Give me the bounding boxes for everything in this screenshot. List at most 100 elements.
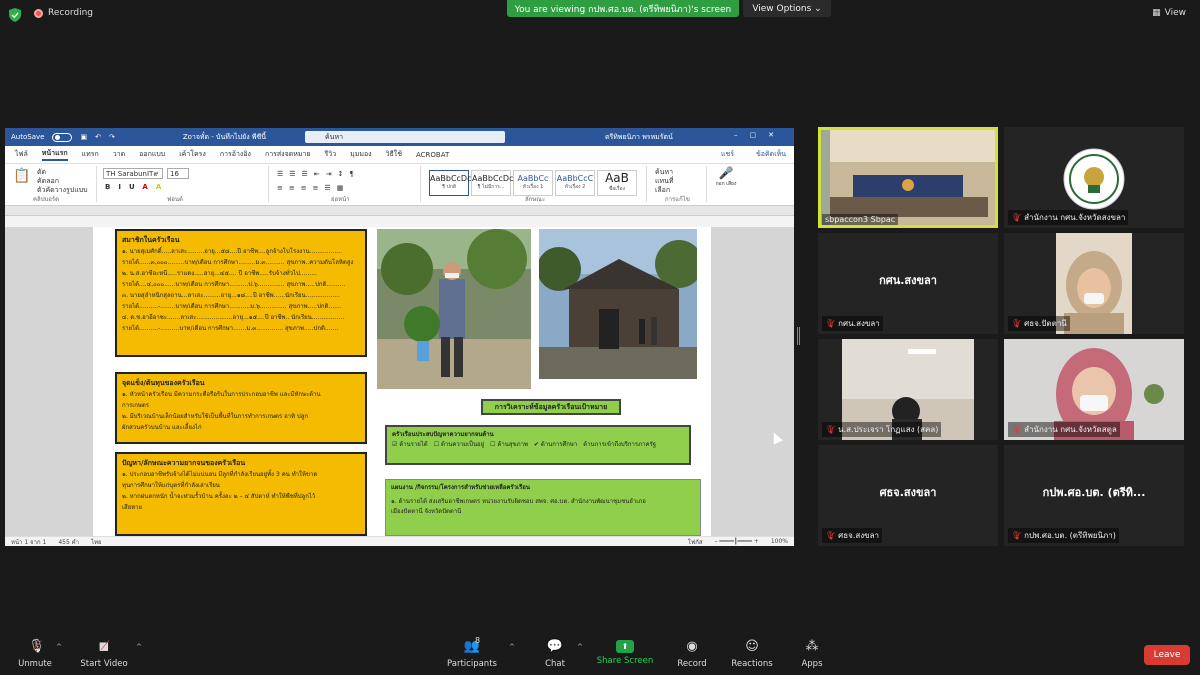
undo-icon[interactable]: ↶ [95, 133, 101, 141]
word-tab[interactable]: ไฟล์ [15, 149, 28, 160]
participant-name: 🎙︎̸ น.ส.ประเจรา โกฏแสง (สคล) [822, 422, 942, 437]
participant-big-name: กศน.สงขลา [879, 274, 937, 287]
font-size-select[interactable]: 16 [167, 168, 189, 179]
box1-line: รายได้....๔,๐๐๐......บาท/เดือน การศึกษา.… [122, 281, 346, 288]
style-title[interactable]: AaB ชื่อเรื่อง [597, 170, 637, 196]
word-tab[interactable]: เค้าโครง [179, 149, 206, 160]
save-icon[interactable]: ▣ [80, 133, 87, 141]
editing-group-label: การแก้ไข [665, 196, 690, 203]
box2-title: จุดแข็ง/ต้นทุนของครัวเรือน [122, 379, 205, 387]
participant-name-text: น.ส.ประเจรา โกฏแสง (สคล) [838, 425, 939, 434]
participants-icon: 👥 [463, 639, 481, 654]
microphone-icon[interactable]: 🎤 [711, 166, 741, 180]
audio-options-caret-icon[interactable]: ^ [56, 643, 62, 651]
participant-tile[interactable]: ศธจ.สงขลา 🎙︎̸ ศธจ.สงขลา [818, 445, 998, 546]
copy-button[interactable]: คัดลอก [37, 177, 88, 186]
list-buttons[interactable]: ☰☰☰⇤⇥↕¶ [277, 170, 360, 178]
check-item[interactable]: ☐ ด้านความเป็นอยู่ [434, 440, 484, 450]
word-tab[interactable]: การส่งจดหมาย [265, 149, 311, 160]
zoom-level[interactable]: 100% [771, 538, 788, 545]
autosave-label: AutoSave [11, 133, 45, 141]
participant-name: 🎙︎̸ กศน.สงขลา [822, 316, 883, 331]
chat-caret-icon[interactable]: ^ [577, 643, 583, 651]
window-controls[interactable]: –▢✕ [734, 131, 786, 139]
shield-icon[interactable] [9, 8, 21, 22]
leave-button[interactable]: Leave [1144, 645, 1190, 665]
font-format-buttons[interactable]: BIUAA [105, 183, 169, 191]
participant-name-text: sbpaccon3 Sbpac [825, 215, 896, 224]
word-tab[interactable]: วิธีใช้ [386, 149, 402, 160]
check-item[interactable]: ☐ ด้านสุขภาพ [490, 440, 528, 450]
word-tab[interactable]: วาด [113, 149, 125, 160]
participant-name: 🎙︎̸ สำนักงาน กศน.จังหวัดสตูล [1008, 422, 1120, 437]
mic-muted-icon: 🎙︎̸ [1011, 319, 1022, 328]
redo-icon[interactable]: ↷ [109, 133, 115, 141]
word-count[interactable]: 455 คำ [58, 537, 79, 547]
box2-line: ๒. มีบริเวณบ้านเล็กน้อยสำหรับใช้เป็นพื้น… [122, 413, 309, 420]
style-heading1[interactable]: AaBbCc หัวเรื่อง 1 [513, 170, 553, 196]
participant-name: 🎙︎̸ กปพ.ศอ.บต. (ตรีทิพยนิภา) [1008, 528, 1119, 543]
participant-name-text: ศธจ.สงขลา [838, 531, 879, 540]
check-item[interactable]: ☑ ด้านรายได้ [392, 440, 428, 450]
participant-name: sbpaccon3 Sbpac [822, 214, 899, 225]
video-options-caret-icon[interactable]: ^ [136, 643, 142, 651]
participant-name-text: สำนักงาน กศน.จังหวัดสงขลา [1024, 213, 1126, 222]
check-item[interactable]: ✔ ด้านการศึกษา [534, 440, 577, 450]
ruler[interactable] [5, 206, 794, 216]
analysis-title: การวิเคราะห์ข้อมูลครัวเรือนเป้าหมาย [481, 399, 621, 415]
word-tab[interactable]: ACROBAT [416, 151, 449, 159]
recording-indicator[interactable]: Recording [34, 8, 93, 18]
style-no-spacing[interactable]: AaBbCcDc ¶ ไม่มีการ... [471, 170, 514, 196]
view-button[interactable]: ▦ View [1152, 8, 1186, 18]
word-tab[interactable]: รีวิว [325, 149, 337, 160]
font-group-label: ฟอนต์ [167, 196, 183, 203]
zoom-slider[interactable]: – ━━━━┃━━━━ + [714, 538, 758, 545]
word-tab[interactable]: ออกแบบ [139, 149, 165, 160]
participant-name-text: สำนักงาน กศน.จังหวัดสตูล [1024, 425, 1117, 434]
select-button[interactable]: เลือก [655, 186, 702, 195]
word-tab[interactable]: แทรก [82, 149, 99, 160]
participant-tile[interactable]: sbpaccon3 Sbpac [818, 127, 998, 228]
style-name: หัวเรื่อง 2 [564, 184, 586, 190]
font-name-select[interactable]: TH SarabunIT๙ [103, 168, 163, 179]
word-share-button[interactable]: แชร์ [721, 149, 734, 160]
view-options-button[interactable]: View Options ⌄ [743, 0, 831, 17]
share-screen-label: Share Screen [596, 656, 654, 666]
document-page[interactable]: สมาชิกในครัวเรือน ๑. นายสุเมศักดิ์.....ล… [93, 227, 711, 536]
checkbox-empty-icon: ☐ [490, 441, 496, 448]
check-item[interactable]: ด้านการเข้าถึงบริการภาครัฐ [583, 440, 656, 450]
participant-tile[interactable]: 🎙︎̸ สำนักงาน กศน.จังหวัดสตูล [1004, 339, 1184, 440]
participant-tile[interactable]: 🎙︎̸ น.ส.ประเจรา โกฏแสง (สคล) [818, 339, 998, 440]
style-normal[interactable]: AaBbCcDc ¶ ปกติ [429, 170, 471, 196]
chevron-down-icon: ⌄ [811, 3, 822, 14]
panel-resize-handle[interactable] [797, 327, 800, 345]
apps-button[interactable]: ⁂ Apps [777, 638, 847, 669]
participant-tile[interactable]: กปพ.ศอ.บต. (ตรีทิ... 🎙︎̸ กปพ.ศอ.บต. (ตรีท… [1004, 445, 1184, 546]
focus-button[interactable]: โฟกัส [688, 537, 703, 547]
language[interactable]: ไทย [91, 537, 102, 547]
paste-icon[interactable]: 📋 [13, 168, 30, 184]
word-comments-button[interactable]: ข้อคิดเห็น [756, 149, 786, 160]
cut-button[interactable]: ตัด [37, 168, 88, 177]
participant-tile[interactable]: 🎙︎̸ ศธจ.ปัตตานี [1004, 233, 1184, 334]
participant-tile[interactable]: 🎙︎̸ สำนักงาน กศน.จังหวัดสงขลา [1004, 127, 1184, 228]
word-tab[interactable]: มุมมอง [350, 149, 371, 160]
participants-caret-icon[interactable]: ^ [509, 643, 515, 651]
start-video-button[interactable]: ◼︎⟋ Start Video [69, 638, 139, 669]
style-preview: AaBbCcDc [472, 174, 514, 183]
page-count[interactable]: หน้า 1 จาก 1 [11, 537, 46, 547]
plan-title: แผนงาน /กิจกรรม/โครงการสำหรับช่วยเหลือคร… [391, 484, 530, 491]
autosave-toggle[interactable] [52, 132, 73, 142]
find-button[interactable]: ค้นหา [655, 168, 702, 177]
participants-button[interactable]: 👥 8 Participants [437, 636, 507, 669]
replace-button[interactable]: แทนที่ [655, 177, 702, 186]
align-buttons[interactable]: ≡≡≡≡☰▦ [277, 184, 349, 192]
word-tab-active[interactable]: หน้าแรก [41, 148, 68, 161]
share-screen-button[interactable]: ⬆ Share Screen [590, 638, 660, 666]
style-heading2[interactable]: AaBbCcC หัวเรื่อง 2 [555, 170, 595, 196]
word-tab[interactable]: การอ้างอิง [220, 149, 251, 160]
participant-big-name: ศธจ.สงขลา [879, 486, 937, 499]
box3-line: ๒. หากฝนตกหนัก น้ำจะท่วมรั้วบ้าน ครั้งละ… [122, 493, 316, 500]
participant-tile[interactable]: กศน.สงขลา 🎙︎̸ กศน.สงขลา [818, 233, 998, 334]
word-search-input[interactable]: ค้นหา [305, 131, 505, 143]
